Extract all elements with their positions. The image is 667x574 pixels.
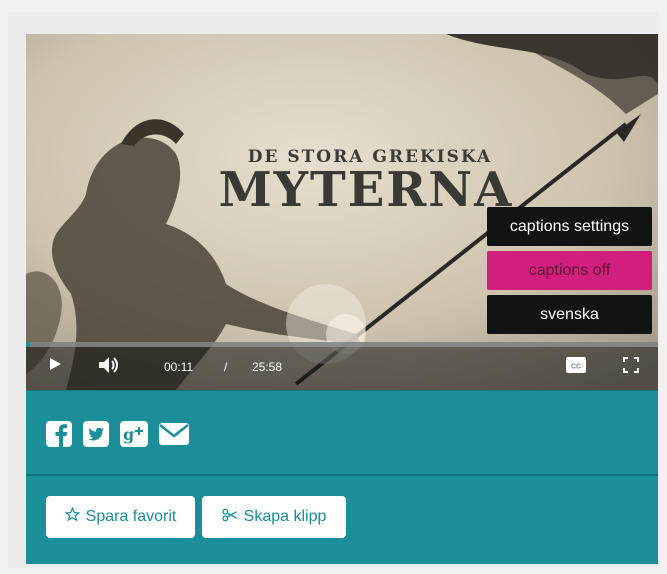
scissors-icon xyxy=(221,508,238,527)
share-bar: g xyxy=(26,390,658,475)
create-clip-label: Skapa klipp xyxy=(243,508,327,525)
twitter-icon[interactable] xyxy=(83,421,109,447)
captions-off-item[interactable]: captions off xyxy=(487,251,652,290)
save-favorite-label: Spara favorit xyxy=(85,508,177,525)
captions-settings-item[interactable]: captions settings xyxy=(487,207,652,246)
total-time: 25:58 xyxy=(252,360,283,374)
email-icon[interactable] xyxy=(159,421,189,447)
progress-bar[interactable] xyxy=(26,342,658,347)
google-plus-icon[interactable]: g xyxy=(120,421,148,447)
facebook-icon[interactable] xyxy=(46,421,72,447)
svg-text:CC: CC xyxy=(571,364,581,371)
time-separator: / xyxy=(224,360,228,374)
svg-text:g: g xyxy=(123,425,134,444)
save-favorite-button[interactable]: Spara favorit xyxy=(46,496,195,538)
star-icon xyxy=(64,506,81,527)
video-player[interactable]: DE STORA GREKISKA MYTERNA captions setti… xyxy=(26,34,658,390)
video-title-big: MYTERNA xyxy=(218,162,514,218)
create-clip-button[interactable]: Skapa klipp xyxy=(202,496,346,538)
captions-svenska-item[interactable]: svenska xyxy=(487,295,652,334)
play-icon[interactable] xyxy=(48,356,62,377)
cc-icon[interactable]: CC xyxy=(566,357,586,378)
progress-fill xyxy=(26,342,31,347)
current-time: 00:11 xyxy=(164,360,194,374)
captions-menu: captions settings captions off svenska xyxy=(487,207,652,334)
control-bar: 00:11 / 25:58 CC xyxy=(26,342,658,390)
action-bar: Spara favorit Skapa klipp xyxy=(26,476,658,564)
volume-icon[interactable] xyxy=(98,356,120,379)
fullscreen-icon[interactable] xyxy=(623,357,639,378)
